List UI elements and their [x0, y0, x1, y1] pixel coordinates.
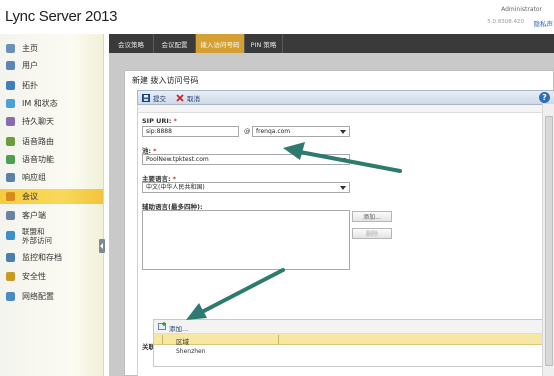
app-header: Lync Server 2013 Administrator 5.0.8308.…	[0, 0, 554, 34]
at-sign: @	[244, 127, 251, 135]
im-presence-icon	[6, 99, 15, 108]
version-label: 5.0.8308.420	[487, 19, 524, 25]
privacy-link[interactable]: 隐私声	[534, 18, 554, 28]
monitoring-icon	[6, 253, 15, 262]
panel-title: 新建 拨入访问号码	[132, 76, 199, 85]
network-icon	[6, 292, 15, 301]
users-icon	[6, 61, 15, 70]
sidebar-item-label: 监控和存档	[22, 253, 62, 262]
regions-grid: 添加... 区域 Shenzhen	[153, 319, 543, 367]
primary-language-select[interactable]: 中文(中华人民共和国)	[142, 182, 350, 193]
sidebar-item-label: 网络配置	[22, 292, 54, 301]
security-icon	[6, 272, 15, 281]
voice-routing-icon	[6, 137, 15, 146]
tab-dial-in-access-number[interactable]: 拨入访问号码	[196, 34, 245, 53]
secondary-languages-list[interactable]	[142, 210, 350, 270]
table-row[interactable]: Shenzhen	[154, 347, 543, 358]
close-icon	[176, 94, 184, 102]
save-icon	[142, 94, 150, 102]
sidebar: 主页 用户 拓扑 IM 和状态 持久聊天 语音路由 语音功能 响应组 会议 客户…	[0, 34, 105, 376]
app-title: Lync Server 2013	[5, 8, 118, 25]
tab-meeting-configuration[interactable]: 会议配置	[154, 34, 196, 53]
federation-icon	[6, 231, 15, 240]
region-cell: Shenzhen	[176, 348, 206, 355]
tab-bar: 会议策略 会议配置 拨入访问号码 PIN 策略	[109, 34, 554, 53]
sidebar-item-users[interactable]: 用户	[0, 58, 103, 73]
sidebar-item-label: IM 和状态	[22, 99, 58, 108]
sidebar-item-label: 响应组	[22, 173, 46, 182]
form-scrollbar[interactable]	[542, 104, 554, 376]
sidebar-item-persistent-chat[interactable]: 持久聊天	[0, 114, 103, 129]
sidebar-item-conferencing[interactable]: 会议	[0, 189, 103, 204]
sidebar-item-label: 语音路由	[22, 137, 54, 146]
topology-icon	[6, 81, 15, 90]
sidebar-item-im-presence[interactable]: IM 和状态	[0, 96, 103, 111]
sip-uri-label: SIP URI: *	[142, 117, 177, 125]
sidebar-item-network[interactable]: 网络配置	[0, 289, 103, 304]
grid-divider	[278, 335, 279, 344]
sidebar-item-voice-routing[interactable]: 语音路由	[0, 134, 103, 149]
help-icon[interactable]: ?	[539, 92, 550, 103]
add-region-button[interactable]: 添加...	[169, 323, 188, 333]
regions-grid-header: 区域	[154, 334, 543, 346]
sidebar-item-label: 语音功能	[22, 155, 54, 164]
sip-domain-select[interactable]: frenqa.com	[252, 126, 350, 137]
add-secondary-language-button[interactable]: 添加...	[352, 211, 392, 222]
home-icon	[6, 44, 15, 53]
regions-grid-toolbar: 添加...	[154, 320, 543, 334]
voice-features-icon	[6, 155, 15, 164]
form-top-edge	[138, 105, 544, 113]
response-group-icon	[6, 173, 15, 182]
sip-user-input[interactable]: sip:8888	[142, 126, 239, 137]
sidebar-item-label: 安全性	[22, 272, 46, 281]
sidebar-item-federation[interactable]: 联盟和 外部访问	[0, 225, 103, 247]
commit-label: 提交	[153, 95, 166, 103]
sidebar-item-label: 持久聊天	[22, 117, 54, 126]
add-icon	[158, 322, 167, 331]
collapse-sidebar-handle[interactable]	[99, 239, 105, 253]
sidebar-item-monitoring[interactable]: 监控和存档	[0, 250, 103, 265]
sidebar-item-label: 联盟和 外部访问	[22, 227, 52, 245]
sidebar-item-topology[interactable]: 拓扑	[0, 78, 103, 93]
clients-icon	[6, 211, 15, 220]
remove-secondary-language-button[interactable]: 删除	[352, 228, 392, 239]
sidebar-item-label: 用户	[22, 61, 38, 70]
cancel-label: 取消	[187, 95, 200, 103]
scrollbar-thumb[interactable]	[545, 116, 553, 366]
persistent-chat-icon	[6, 117, 15, 126]
main-content: 新建 拨入访问号码 提交 取消 ? SIP URI:* sip:8888 @	[109, 53, 554, 376]
tab-conferencing-policy[interactable]: 会议策略	[109, 34, 154, 53]
new-dial-in-panel: 新建 拨入访问号码 提交 取消 ? SIP URI:* sip:8888 @	[124, 70, 554, 376]
sidebar-item-clients[interactable]: 客户端	[0, 208, 103, 223]
sidebar-item-label: 客户端	[22, 211, 46, 220]
conferencing-icon	[6, 192, 15, 201]
commit-button[interactable]: 提交	[142, 93, 166, 103]
region-column-header[interactable]: 区域	[176, 336, 189, 346]
cancel-button[interactable]: 取消	[176, 93, 200, 103]
sidebar-item-home[interactable]: 主页	[0, 41, 103, 56]
sidebar-item-label: 拓扑	[22, 81, 38, 90]
user-name[interactable]: Administrator	[501, 6, 542, 13]
pool-select[interactable]: PoolNew.tpktest.com	[142, 154, 350, 165]
form-toolbar: 提交 取消 ?	[137, 90, 554, 105]
sidebar-item-label: 会议	[22, 192, 38, 201]
grid-divider	[162, 335, 163, 344]
tab-pin-policy[interactable]: PIN 策略	[245, 34, 283, 53]
sidebar-item-security[interactable]: 安全性	[0, 269, 103, 284]
sidebar-item-response-groups[interactable]: 响应组	[0, 170, 103, 185]
sidebar-item-voice-features[interactable]: 语音功能	[0, 152, 103, 167]
sidebar-item-label: 主页	[22, 44, 38, 53]
